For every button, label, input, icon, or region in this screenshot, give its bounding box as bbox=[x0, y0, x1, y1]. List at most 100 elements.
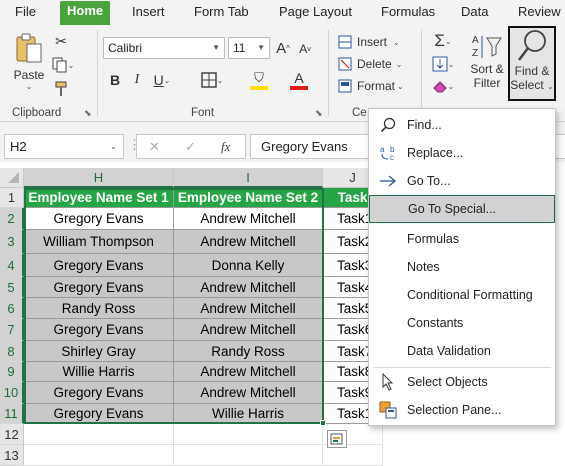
grow-font-button[interactable]: A ^ bbox=[274, 38, 292, 58]
find-select-menu: Find... acb Replace... Go To... Go To Sp… bbox=[368, 108, 556, 426]
svg-text:b: b bbox=[390, 145, 395, 154]
name-box[interactable]: H2 ⌄ bbox=[4, 134, 124, 159]
select-all-corner[interactable] bbox=[0, 168, 24, 188]
bold-button[interactable]: B bbox=[106, 70, 124, 90]
data-cell[interactable]: Andrew Mitchell bbox=[174, 230, 323, 254]
fill-color-button[interactable]: ⛉ bbox=[242, 68, 276, 92]
menu-item-conditional-formatting[interactable]: Conditional Formatting bbox=[369, 281, 555, 309]
row-header-4[interactable]: 4 bbox=[0, 254, 24, 277]
data-cell[interactable]: Randy Ross bbox=[24, 298, 174, 319]
menu-item-go-to-special[interactable]: Go To Special... bbox=[369, 195, 555, 223]
menu-item-label: Formulas bbox=[407, 232, 460, 246]
fill-handle[interactable] bbox=[320, 420, 326, 426]
autosum-button[interactable]: Σ ⌄ bbox=[428, 30, 458, 52]
shrink-font-button[interactable]: Av bbox=[296, 40, 314, 58]
data-cell[interactable]: Gregory Evans bbox=[24, 277, 174, 298]
data-cell[interactable]: Gregory Evans bbox=[24, 319, 174, 341]
cancel-icon[interactable]: ✕ bbox=[149, 139, 160, 155]
menu-item-constants[interactable]: Constants bbox=[369, 309, 555, 337]
menu-item-go-to[interactable]: Go To... bbox=[369, 167, 555, 195]
empty-cell[interactable] bbox=[24, 424, 174, 445]
tab-review[interactable]: Review bbox=[518, 4, 561, 19]
header-cell[interactable]: Employee Name Set 1 bbox=[24, 188, 174, 208]
data-cell[interactable]: Randy Ross bbox=[174, 341, 323, 362]
tab-file[interactable]: File bbox=[15, 4, 36, 19]
font-size-select[interactable]: 11 ▼ bbox=[228, 37, 270, 59]
paste-button[interactable]: Paste ⌄ bbox=[10, 32, 48, 94]
row-header-7[interactable]: 7 bbox=[0, 319, 24, 341]
font-launcher-icon[interactable]: ⬊ bbox=[315, 108, 323, 119]
data-cell[interactable]: Gregory Evans bbox=[24, 208, 174, 230]
quick-analysis-button[interactable] bbox=[327, 430, 347, 448]
delete-cells-button[interactable]: Delete ⌄ bbox=[338, 54, 408, 74]
data-cell[interactable]: Donna Kelly bbox=[174, 254, 323, 277]
row-header-5[interactable]: 5 bbox=[0, 277, 24, 298]
row-header-13[interactable]: 13 bbox=[0, 445, 24, 466]
insert-cells-button[interactable]: Insert ⌄ bbox=[338, 32, 408, 52]
grow-font-icon: A bbox=[276, 39, 287, 57]
format-painter-button[interactable] bbox=[52, 80, 70, 98]
data-cell[interactable]: Andrew Mitchell bbox=[174, 277, 323, 298]
header-cell[interactable]: Employee Name Set 2 bbox=[174, 188, 323, 208]
copy-button[interactable]: ⌄ bbox=[50, 56, 76, 74]
row-header-12[interactable]: 12 bbox=[0, 424, 24, 445]
data-cell[interactable]: Gregory Evans bbox=[24, 382, 174, 404]
row-header-6[interactable]: 6 bbox=[0, 298, 24, 319]
clear-button[interactable]: ⌄ bbox=[428, 76, 458, 96]
tab-form-tab[interactable]: Form Tab bbox=[194, 4, 249, 19]
insert-function-icon[interactable]: fx bbox=[221, 139, 230, 155]
data-cell[interactable]: Shirley Gray bbox=[24, 341, 174, 362]
menu-item-formulas[interactable]: Formulas bbox=[369, 225, 555, 253]
menu-item-replace[interactable]: acb Replace... bbox=[369, 139, 555, 167]
tab-page-layout[interactable]: Page Layout bbox=[279, 4, 352, 19]
delete-cells-icon bbox=[338, 57, 352, 71]
data-cell[interactable]: Andrew Mitchell bbox=[174, 382, 323, 404]
menu-item-selection-pane[interactable]: Selection Pane... bbox=[369, 396, 555, 424]
menu-item-select-objects[interactable]: Select Objects bbox=[369, 368, 555, 396]
menu-item-label: Select Objects bbox=[407, 375, 488, 389]
format-cells-button[interactable]: Format ⌄ bbox=[338, 76, 410, 96]
data-cell[interactable]: Andrew Mitchell bbox=[174, 208, 323, 230]
column-header-i[interactable]: I bbox=[174, 168, 323, 188]
data-cell[interactable]: Andrew Mitchell bbox=[174, 319, 323, 341]
row-header-2[interactable]: 2 bbox=[0, 208, 24, 230]
ribbon-tab-bar: File Home Insert Form Tab Page Layout Fo… bbox=[0, 0, 565, 26]
sort-filter-button[interactable]: A Z Sort & Filter bbox=[466, 32, 508, 102]
font-name-select[interactable]: Calibri ▼ bbox=[103, 37, 225, 59]
enter-icon[interactable]: ✓ bbox=[185, 139, 196, 155]
tab-home[interactable]: Home bbox=[60, 1, 111, 25]
row-header-8[interactable]: 8 bbox=[0, 341, 24, 362]
data-cell[interactable]: Willie Harris bbox=[174, 404, 323, 424]
row-header-9[interactable]: 9 bbox=[0, 362, 24, 382]
row-header-10[interactable]: 10 bbox=[0, 382, 24, 404]
data-cell[interactable]: Andrew Mitchell bbox=[174, 362, 323, 382]
data-cell[interactable]: William Thompson bbox=[24, 230, 174, 254]
empty-cell[interactable] bbox=[24, 445, 174, 466]
empty-cell[interactable] bbox=[174, 445, 323, 466]
tab-data[interactable]: Data bbox=[461, 4, 488, 19]
copy-icon bbox=[52, 57, 67, 73]
font-color-button[interactable]: A bbox=[282, 68, 316, 92]
scissors-icon: ✂ bbox=[55, 32, 67, 49]
row-header-11[interactable]: 11 bbox=[0, 404, 24, 424]
fill-button[interactable]: ⌄ bbox=[428, 54, 458, 74]
italic-button[interactable]: I bbox=[128, 70, 146, 90]
data-cell[interactable]: Gregory Evans bbox=[24, 404, 174, 424]
empty-cell[interactable] bbox=[174, 424, 323, 445]
data-cell[interactable]: Andrew Mitchell bbox=[174, 298, 323, 319]
find-select-button[interactable]: Find & Select ⌄ bbox=[508, 26, 556, 101]
tab-insert[interactable]: Insert bbox=[132, 4, 165, 19]
cut-button[interactable]: ✂ bbox=[52, 32, 70, 50]
menu-item-data-validation[interactable]: Data Validation bbox=[369, 337, 555, 365]
underline-button[interactable]: U ⌄ bbox=[150, 70, 174, 90]
menu-item-notes[interactable]: Notes bbox=[369, 253, 555, 281]
menu-item-find[interactable]: Find... bbox=[369, 111, 555, 139]
row-header-3[interactable]: 3 bbox=[0, 230, 24, 254]
clipboard-launcher-icon[interactable]: ⬊ bbox=[84, 108, 92, 119]
data-cell[interactable]: Gregory Evans bbox=[24, 254, 174, 277]
data-cell[interactable]: Willie Harris bbox=[24, 362, 174, 382]
row-header-1[interactable]: 1 bbox=[0, 188, 24, 208]
tab-formulas[interactable]: Formulas bbox=[381, 4, 435, 19]
borders-button[interactable]: ⌄ bbox=[196, 70, 228, 90]
column-header-h[interactable]: H bbox=[24, 168, 174, 188]
